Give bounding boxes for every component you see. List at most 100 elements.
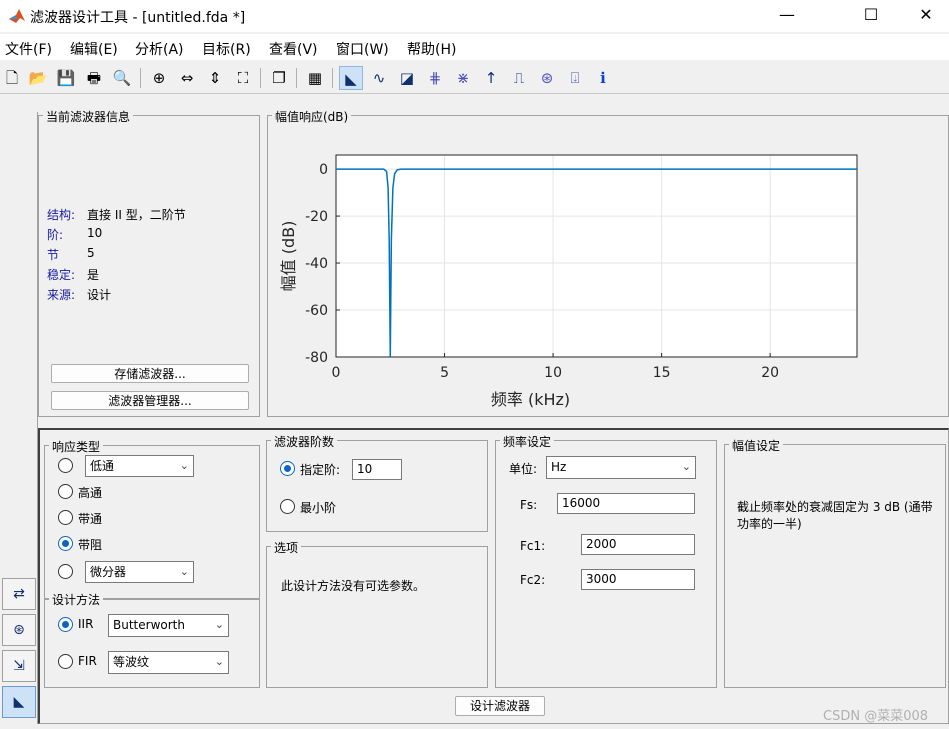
filter-info-title: 当前滤波器信息 — [43, 108, 134, 125]
fir-label[interactable]: FIR — [78, 654, 97, 668]
info-key-stable: 稳定: — [47, 268, 76, 282]
units-label: 单位: — [509, 462, 538, 476]
minimize-button[interactable]: — — [764, 0, 810, 32]
x-tick-label: 20 — [761, 365, 779, 381]
phase-response-icon[interactable]: ∿ — [367, 66, 391, 90]
y-tick-label: -20 — [305, 209, 328, 225]
radio-differentiator[interactable] — [58, 564, 73, 579]
pole-zero-icon[interactable]: ⊛ — [535, 66, 559, 90]
x-tick-label: 15 — [653, 365, 671, 381]
response-type-panel: 响应类型 低通 ⌄ 高通 带通 带阻 微分器 ⌄ — [44, 438, 260, 600]
y-axis-label: 幅值 (dB) — [279, 221, 298, 292]
order-input[interactable]: 10 — [352, 459, 402, 480]
zoom-in-icon[interactable]: ⊕ — [147, 66, 171, 90]
x-tick-label: 0 — [332, 365, 341, 381]
bandpass-label[interactable]: 带通 — [78, 510, 102, 527]
magnitude-response-chart[interactable]: 0 5 10 15 20 0 -20 -40 -60 -80 频率 (kHz) 幅值 (dB) — [268, 125, 948, 416]
toolbar: 🗋 📂 💾 🖶 🔍 ⊕ ⇔ ⇕ ⛶ ❐ ▦ ◣ ∿ ◪ ⋕ ⋇ ↑ ⎍ ⊛ ⍗ … — [0, 62, 949, 94]
radio-fir[interactable] — [58, 654, 73, 669]
fc1-label: Fc1: — [520, 539, 546, 553]
zoom-x-icon[interactable]: ⇔ — [175, 66, 199, 90]
radio-specify-order[interactable] — [280, 461, 295, 476]
watermark: CSDN @菜菜008 — [823, 709, 929, 724]
options-title: 选项 — [271, 539, 302, 556]
pole-zero-editor-icon[interactable]: ⊛ — [2, 614, 36, 646]
import-filter-icon[interactable]: ⇲ — [2, 650, 36, 682]
radio-minimum-order[interactable] — [280, 499, 295, 514]
design-method-title: 设计方法 — [49, 591, 104, 608]
new-file-icon[interactable]: 🗋 — [0, 66, 24, 90]
bandstop-label[interactable]: 带阻 — [78, 536, 102, 553]
differentiator-select[interactable]: 微分器 ⌄ — [85, 561, 194, 583]
radio-highpass[interactable] — [58, 484, 73, 499]
lowpass-select[interactable]: 低通 ⌄ — [85, 455, 194, 477]
design-method-panel: 设计方法 IIR Butterworth ⌄ FIR 等波纹 ⌄ — [44, 591, 260, 688]
menu-targets[interactable]: 目标(R) — [202, 39, 251, 59]
group-delay-icon[interactable]: ⋕ — [423, 66, 447, 90]
fs-input[interactable]: 16000 — [557, 493, 695, 514]
info-key-sections: 节 — [47, 248, 60, 262]
fc2-input[interactable]: 3000 — [581, 569, 695, 590]
chevron-down-icon: ⌄ — [214, 655, 224, 668]
step-response-icon[interactable]: ⎍ — [507, 66, 531, 90]
filter-manager-button[interactable]: 滤波器管理器... — [51, 391, 249, 410]
toolbar-separator — [332, 68, 333, 88]
title-bar: 滤波器设计工具 - [untitled.fda *] — ☐ ✕ — [0, 0, 949, 32]
units-select[interactable]: Hz ⌄ — [546, 456, 696, 479]
highpass-label[interactable]: 高通 — [78, 484, 102, 501]
menu-view[interactable]: 查看(V) — [269, 39, 318, 59]
iir-method-value: Butterworth — [113, 618, 185, 632]
magnitude-response-icon[interactable]: ◣ — [339, 66, 363, 90]
radio-bandpass[interactable] — [58, 510, 73, 525]
iir-method-select[interactable]: Butterworth ⌄ — [108, 614, 229, 637]
print-icon[interactable]: 🖶 — [82, 66, 106, 90]
info-value-source: 设计 — [87, 288, 112, 302]
magnitude-specs-text: 截止频率处的衰减固定为 3 dB (通带功率的一半) — [737, 500, 933, 531]
toolbar-separator — [296, 68, 297, 88]
save-icon[interactable]: 💾 — [54, 66, 78, 90]
units-value: Hz — [551, 460, 567, 474]
new-figure-icon[interactable]: ❐ — [267, 66, 291, 90]
design-filter-button[interactable]: 设计滤波器 — [455, 696, 545, 716]
menu-analysis[interactable]: 分析(A) — [135, 39, 184, 59]
open-folder-icon[interactable]: 📂 — [26, 66, 50, 90]
full-view-icon[interactable]: ⛶ — [231, 66, 255, 90]
radio-iir[interactable] — [58, 617, 73, 632]
close-button[interactable]: ✕ — [903, 0, 949, 32]
print-preview-icon[interactable]: 🔍 — [110, 66, 134, 90]
fir-method-select[interactable]: 等波纹 ⌄ — [108, 651, 229, 674]
transform-filter-icon[interactable]: ⇄ — [2, 578, 36, 610]
info-key-order: 阶: — [47, 228, 64, 242]
iir-label[interactable]: IIR — [78, 617, 93, 631]
store-filter-button[interactable]: 存储滤波器... — [51, 364, 249, 383]
fir-method-value: 等波纹 — [113, 655, 150, 669]
toolbar-separator — [260, 68, 261, 88]
impulse-response-icon[interactable]: ↑ — [479, 66, 503, 90]
filter-coefficients-icon[interactable]: ⍗ — [563, 66, 587, 90]
menu-edit[interactable]: 编辑(E) — [70, 39, 118, 59]
differentiator-select-value: 微分器 — [90, 565, 127, 579]
menu-help[interactable]: 帮助(H) — [407, 39, 456, 59]
maximize-button[interactable]: ☐ — [848, 0, 894, 32]
fc2-label: Fc2: — [520, 573, 546, 587]
filter-info-icon[interactable]: ℹ — [591, 66, 615, 90]
toolbar-separator — [140, 68, 141, 88]
menu-window[interactable]: 窗口(W) — [336, 39, 389, 59]
radio-lowpass[interactable] — [58, 458, 73, 473]
radio-bandstop[interactable] — [58, 536, 73, 551]
lowpass-select-value: 低通 — [90, 459, 115, 473]
filter-specs-icon[interactable]: ▦ — [303, 66, 327, 90]
fs-label: Fs: — [520, 498, 538, 512]
magnitude-phase-icon[interactable]: ◪ — [395, 66, 419, 90]
phase-delay-icon[interactable]: ⋇ — [451, 66, 475, 90]
magnitude-specs-panel: 幅值设定 截止频率处的衰减固定为 3 dB (通带功率的一半) — [724, 437, 946, 688]
minimum-order-label[interactable]: 最小阶 — [300, 499, 336, 516]
design-filter-icon[interactable]: ◣ — [2, 686, 36, 718]
chevron-down-icon: ⌄ — [179, 565, 189, 578]
specify-order-label[interactable]: 指定阶: — [300, 461, 340, 478]
menu-file[interactable]: 文件(F) — [5, 39, 52, 59]
zoom-y-icon[interactable]: ⇕ — [203, 66, 227, 90]
frequency-specs-panel: 频率设定 单位: Hz ⌄ Fs: 16000 Fc1: 2000 Fc2: 30… — [495, 433, 717, 688]
fc1-input[interactable]: 2000 — [581, 534, 695, 555]
info-value-sections: 5 — [87, 246, 95, 260]
